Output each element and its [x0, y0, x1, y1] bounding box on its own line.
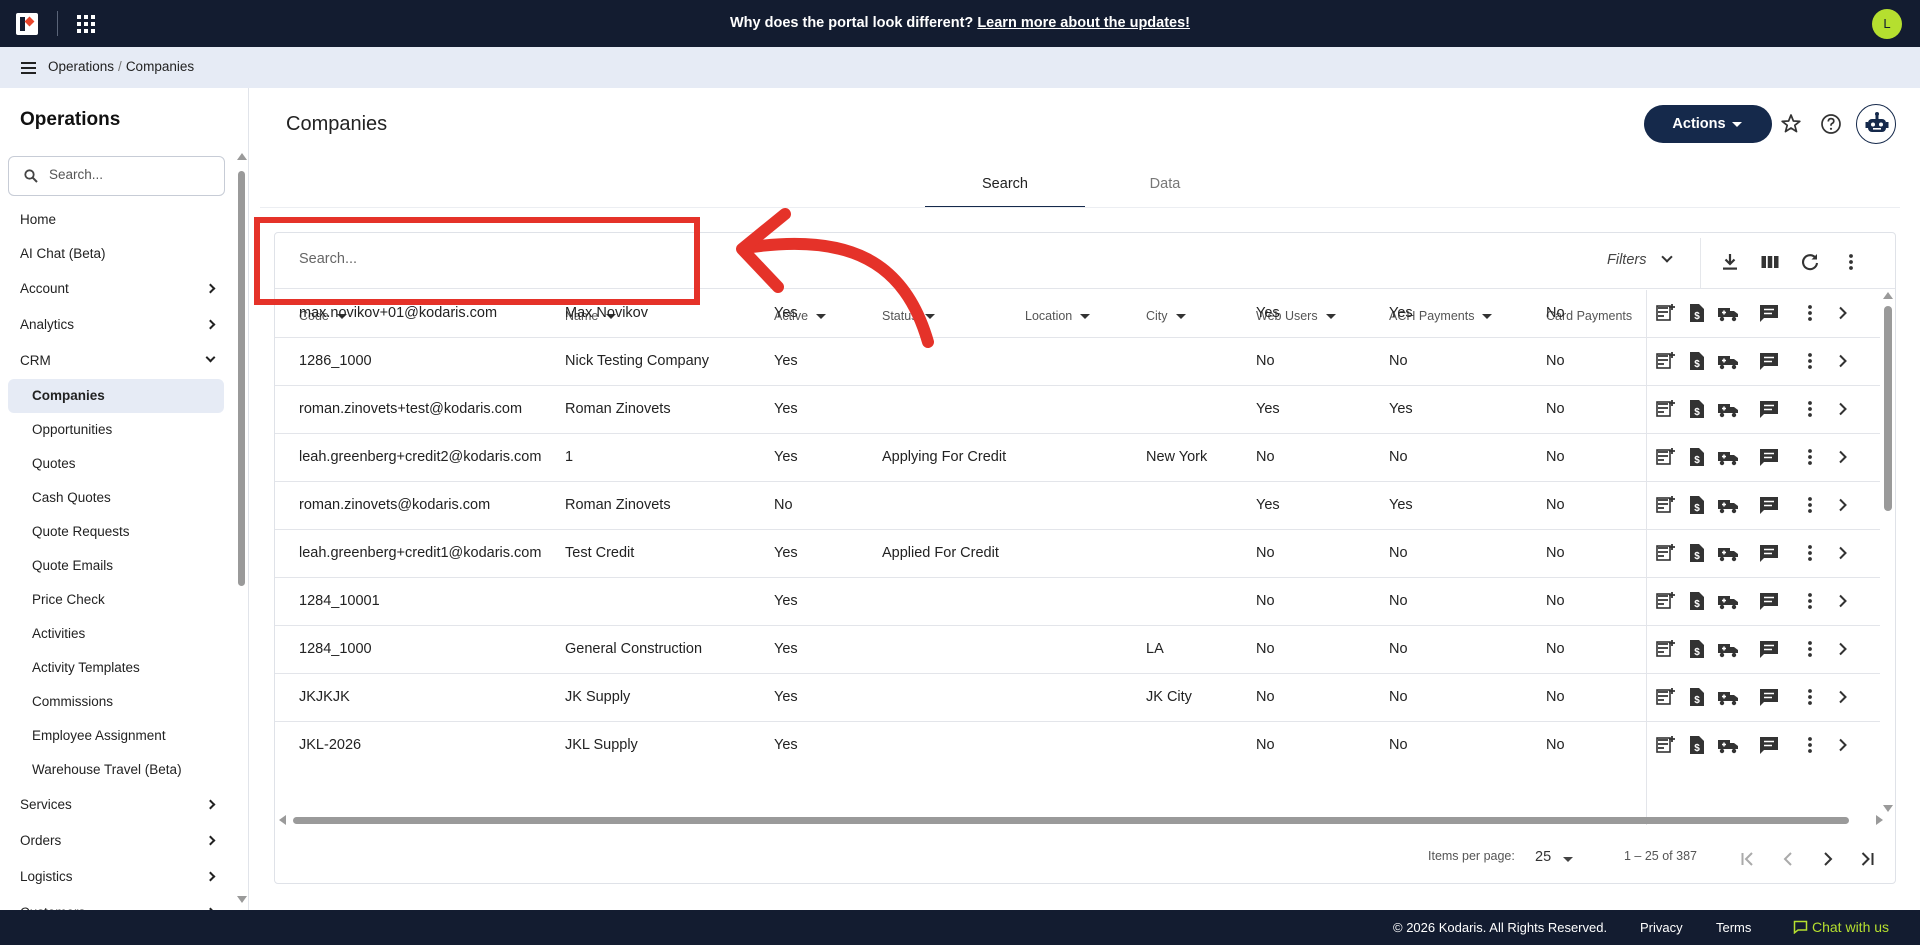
annotation-arrow-icon — [736, 208, 934, 348]
